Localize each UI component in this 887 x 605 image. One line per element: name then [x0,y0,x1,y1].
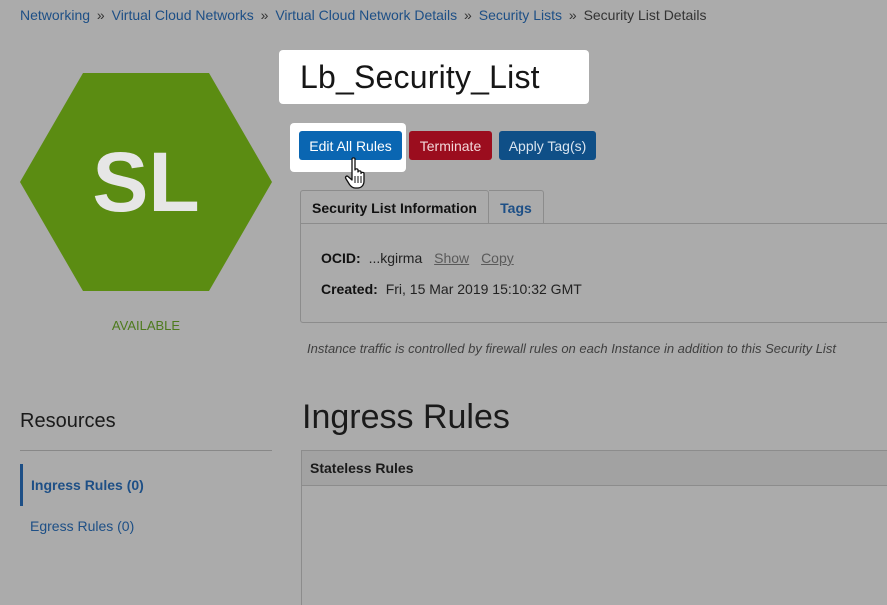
show-ocid-link[interactable]: Show [434,250,469,266]
breadcrumb-vcn-details[interactable]: Virtual Cloud Network Details [275,7,457,23]
security-list-hexagon-icon: SL [20,73,272,291]
breadcrumb-separator: » [260,7,269,23]
resources-divider [20,450,272,451]
tab-tags[interactable]: Tags [489,190,544,224]
ocid-value: ...kgirma [368,250,423,266]
breadcrumb-current: Security List Details [583,7,707,23]
created-row: Created: Fri, 15 Mar 2019 15:10:32 GMT [321,281,582,297]
created-value: Fri, 15 Mar 2019 15:10:32 GMT [385,281,582,297]
copy-ocid-link[interactable]: Copy [481,250,514,266]
apply-tags-button[interactable]: Apply Tag(s) [499,131,596,160]
breadcrumb-separator: » [568,7,577,23]
terminate-button[interactable]: Terminate [409,131,492,160]
tab-security-list-information[interactable]: Security List Information [300,190,489,224]
info-panel [300,223,887,323]
stateless-rules-table-body [301,485,887,605]
breadcrumb-separator: » [464,7,472,23]
stateless-rules-table-header: Stateless Rules [301,450,887,486]
ingress-rules-heading: Ingress Rules [302,398,510,436]
page-title-container: Lb_Security_List [279,50,589,104]
breadcrumb-virtual-cloud-networks[interactable]: Virtual Cloud Networks [112,7,254,23]
status-badge: AVAILABLE [111,318,181,333]
breadcrumb: Networking » Virtual Cloud Networks » Vi… [20,7,707,23]
created-label: Created: [321,281,378,297]
hand-pointer-cursor-icon [344,157,365,189]
resources-heading: Resources [20,410,116,432]
ocid-row: OCID: ...kgirma Show Copy [321,250,514,266]
breadcrumb-separator: » [96,7,105,23]
page-title: Lb_Security_List [300,58,540,95]
breadcrumb-security-lists[interactable]: Security Lists [479,7,562,23]
breadcrumb-networking[interactable]: Networking [20,7,90,23]
firewall-note: Instance traffic is controlled by firewa… [307,341,836,356]
resource-initials: SL [92,135,199,229]
ocid-label: OCID: [321,250,361,266]
sidebar-item-egress-rules[interactable]: Egress Rules (0) [20,505,134,547]
sidebar-item-ingress-rules[interactable]: Ingress Rules (0) [20,464,144,506]
